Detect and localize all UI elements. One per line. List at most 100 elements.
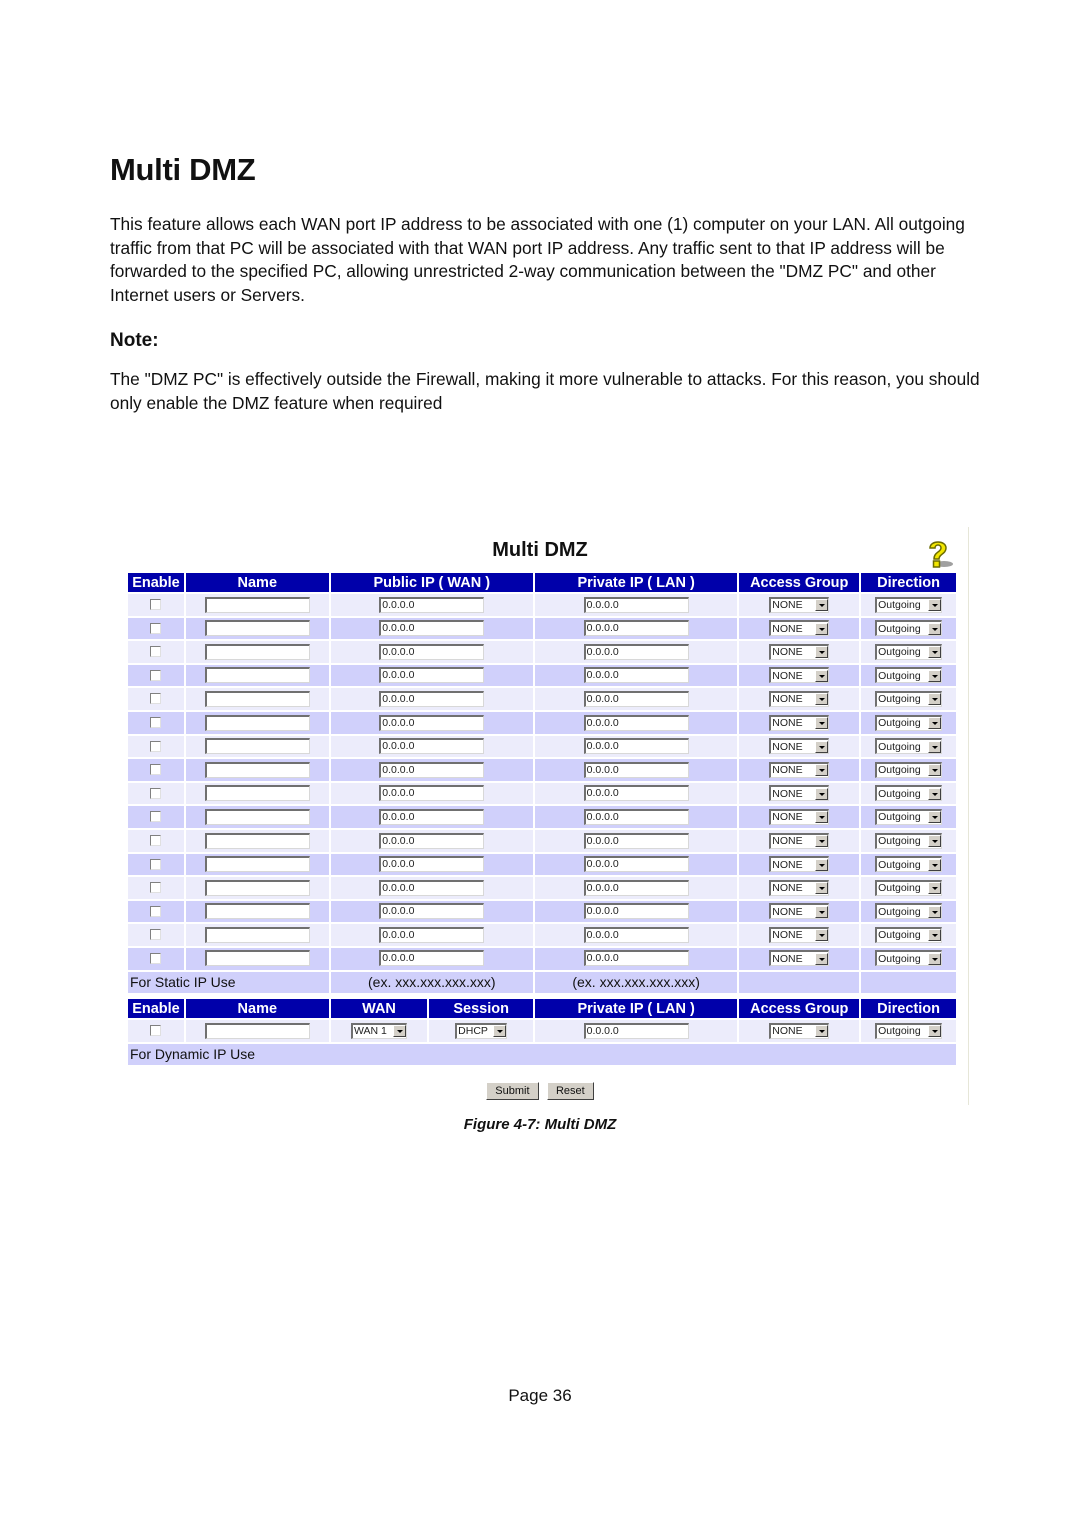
name-input[interactable]: [204, 738, 310, 755]
direction-select[interactable]: Outgoing: [875, 714, 943, 731]
dropdown-arrow-icon[interactable]: [928, 787, 942, 800]
direction-select[interactable]: Outgoing: [875, 667, 943, 684]
enable-checkbox[interactable]: [150, 669, 162, 681]
session-select[interactable]: DHCP: [455, 1022, 508, 1039]
private-ip-input[interactable]: 0.0.0.0: [583, 1022, 689, 1039]
enable-checkbox[interactable]: [150, 599, 162, 611]
public-ip-input[interactable]: 0.0.0.0: [379, 761, 485, 778]
direction-select[interactable]: Outgoing: [875, 785, 943, 802]
private-ip-input[interactable]: 0.0.0.0: [583, 832, 689, 849]
access-group-select[interactable]: NONE: [769, 832, 830, 849]
enable-checkbox[interactable]: [150, 929, 162, 941]
dropdown-arrow-icon[interactable]: [815, 740, 829, 753]
access-group-select[interactable]: NONE: [769, 643, 830, 660]
direction-select[interactable]: Outgoing: [875, 808, 943, 825]
access-group-select[interactable]: NONE: [769, 808, 830, 825]
dropdown-arrow-icon[interactable]: [815, 882, 829, 895]
direction-select[interactable]: Outgoing: [875, 738, 943, 755]
dropdown-arrow-icon[interactable]: [815, 929, 829, 942]
name-input[interactable]: [204, 761, 310, 778]
help-question-icon[interactable]: [920, 536, 956, 572]
enable-checkbox[interactable]: [150, 717, 162, 729]
name-input[interactable]: [204, 620, 310, 637]
dropdown-arrow-icon[interactable]: [815, 952, 829, 965]
private-ip-input[interactable]: 0.0.0.0: [583, 690, 689, 707]
dropdown-arrow-icon[interactable]: [928, 811, 942, 824]
private-ip-input[interactable]: 0.0.0.0: [583, 714, 689, 731]
private-ip-input[interactable]: 0.0.0.0: [583, 738, 689, 755]
enable-checkbox[interactable]: [150, 952, 162, 964]
dropdown-arrow-icon[interactable]: [815, 787, 829, 800]
public-ip-input[interactable]: 0.0.0.0: [379, 714, 485, 731]
private-ip-input[interactable]: 0.0.0.0: [583, 926, 689, 943]
public-ip-input[interactable]: 0.0.0.0: [379, 903, 485, 920]
access-group-select[interactable]: NONE: [769, 856, 830, 873]
submit-button[interactable]: Submit: [486, 1082, 539, 1100]
name-input[interactable]: [204, 643, 310, 660]
dropdown-arrow-icon[interactable]: [815, 717, 829, 730]
enable-checkbox[interactable]: [150, 740, 162, 752]
enable-checkbox[interactable]: [150, 835, 162, 846]
dropdown-arrow-icon[interactable]: [928, 1025, 942, 1038]
private-ip-input[interactable]: 0.0.0.0: [583, 879, 689, 896]
dropdown-arrow-icon[interactable]: [815, 669, 829, 682]
private-ip-input[interactable]: 0.0.0.0: [583, 785, 689, 802]
dropdown-arrow-icon[interactable]: [815, 646, 829, 659]
enable-checkbox[interactable]: [150, 1025, 162, 1037]
private-ip-input[interactable]: 0.0.0.0: [583, 761, 689, 778]
access-group-select[interactable]: NONE: [769, 879, 830, 896]
public-ip-input[interactable]: 0.0.0.0: [379, 643, 485, 660]
name-input[interactable]: [204, 808, 310, 825]
dropdown-arrow-icon[interactable]: [928, 622, 942, 635]
direction-select[interactable]: Outgoing: [875, 856, 943, 873]
reset-button[interactable]: Reset: [546, 1082, 594, 1100]
dropdown-arrow-icon[interactable]: [815, 764, 829, 777]
public-ip-input[interactable]: 0.0.0.0: [379, 738, 485, 755]
dropdown-arrow-icon[interactable]: [928, 669, 942, 682]
access-group-select[interactable]: NONE: [769, 714, 830, 731]
dropdown-arrow-icon[interactable]: [928, 764, 942, 777]
direction-select[interactable]: Outgoing: [875, 926, 943, 943]
name-input[interactable]: [204, 596, 310, 613]
name-input[interactable]: [204, 950, 310, 967]
direction-select[interactable]: Outgoing: [875, 643, 943, 660]
direction-select[interactable]: Outgoing: [875, 950, 943, 967]
name-input[interactable]: [204, 690, 310, 707]
access-group-select[interactable]: NONE: [769, 620, 830, 637]
dropdown-arrow-icon[interactable]: [815, 905, 829, 918]
access-group-select[interactable]: NONE: [769, 596, 830, 613]
enable-checkbox[interactable]: [150, 858, 162, 870]
dropdown-arrow-icon[interactable]: [928, 599, 942, 612]
private-ip-input[interactable]: 0.0.0.0: [583, 596, 689, 613]
name-input[interactable]: [204, 926, 310, 943]
direction-select[interactable]: Outgoing: [875, 761, 943, 778]
wan-select[interactable]: WAN 1: [351, 1022, 407, 1039]
name-input[interactable]: [204, 903, 310, 920]
direction-select[interactable]: Outgoing: [875, 1022, 943, 1039]
name-input[interactable]: [204, 714, 310, 731]
access-group-select[interactable]: NONE: [769, 738, 830, 755]
access-group-select[interactable]: NONE: [769, 1022, 830, 1039]
access-group-select[interactable]: NONE: [769, 761, 830, 778]
dropdown-arrow-icon[interactable]: [493, 1025, 507, 1038]
enable-checkbox[interactable]: [150, 905, 162, 917]
private-ip-input[interactable]: 0.0.0.0: [583, 808, 689, 825]
direction-select[interactable]: Outgoing: [875, 620, 943, 637]
public-ip-input[interactable]: 0.0.0.0: [379, 690, 485, 707]
private-ip-input[interactable]: 0.0.0.0: [583, 903, 689, 920]
dropdown-arrow-icon[interactable]: [815, 835, 829, 847]
name-input[interactable]: [204, 785, 310, 802]
dropdown-arrow-icon[interactable]: [928, 717, 942, 730]
enable-checkbox[interactable]: [150, 882, 162, 894]
direction-select[interactable]: Outgoing: [875, 903, 943, 920]
direction-select[interactable]: Outgoing: [875, 879, 943, 896]
public-ip-input[interactable]: 0.0.0.0: [379, 926, 485, 943]
enable-checkbox[interactable]: [150, 646, 162, 658]
public-ip-input[interactable]: 0.0.0.0: [379, 832, 485, 849]
dropdown-arrow-icon[interactable]: [928, 929, 942, 942]
public-ip-input[interactable]: 0.0.0.0: [379, 879, 485, 896]
private-ip-input[interactable]: 0.0.0.0: [583, 667, 689, 684]
private-ip-input[interactable]: 0.0.0.0: [583, 620, 689, 637]
dropdown-arrow-icon[interactable]: [928, 646, 942, 659]
dropdown-arrow-icon[interactable]: [928, 882, 942, 895]
